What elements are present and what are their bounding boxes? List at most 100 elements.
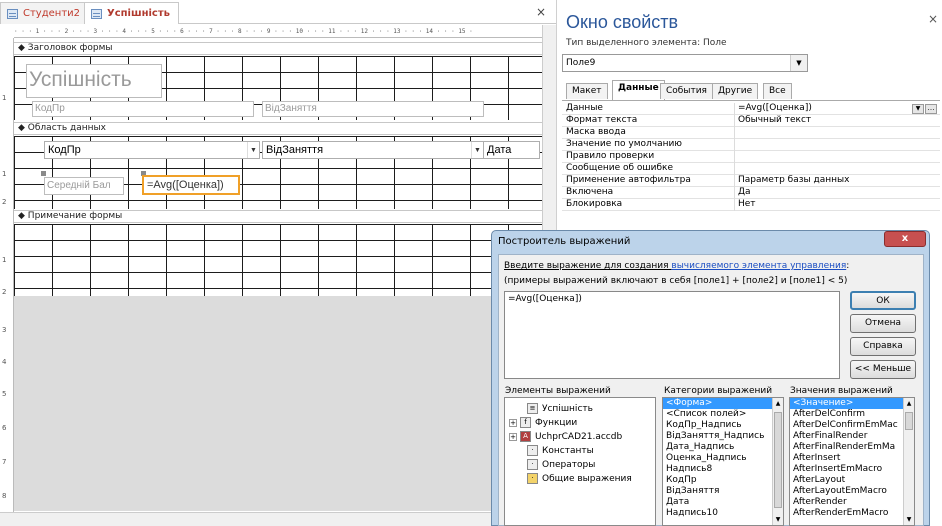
list-item[interactable]: AfterInsertEmMacro [790, 464, 914, 475]
property-row[interactable]: Правило проверки [562, 151, 940, 163]
expression-input[interactable]: =Avg([Оценка]) [504, 291, 840, 379]
builder-button[interactable]: … [925, 104, 937, 114]
list-item[interactable]: AfterRenderEmMacro [790, 508, 914, 519]
selected-object-select[interactable]: Поле9 [562, 54, 808, 72]
property-row[interactable]: Блокировка Нет [562, 199, 940, 211]
header-label-kodpr[interactable]: КодПр [32, 101, 254, 117]
categories-scrollbar[interactable]: ▲ ▼ [772, 398, 783, 525]
tab-layout[interactable]: Макет [566, 83, 608, 99]
detail-section-bar[interactable]: ◆ Область данных [14, 122, 542, 135]
list-item[interactable]: ВідЗаняття [663, 486, 783, 497]
list-item[interactable]: AfterFinalRender [790, 431, 914, 442]
close-tab-icon[interactable]: × [536, 5, 546, 19]
ruler-mark: 8 [2, 492, 7, 500]
form-footer-grid[interactable] [14, 224, 542, 296]
less-button[interactable]: << Меньше [850, 360, 916, 379]
form-header-bar[interactable]: ◆ Заголовок формы [14, 42, 542, 55]
property-value[interactable]: Параметр базы данных [738, 175, 849, 186]
form-footer-bar[interactable]: ◆ Примечание формы [14, 210, 542, 223]
tree-item-constants[interactable]: · Константы [527, 444, 594, 457]
categories-list[interactable]: <Форма> <Список полей> КодПр_Надпись Від… [662, 397, 784, 526]
elements-tree[interactable]: ≡ Успішність + f Функции + A UchprCAD21.accdb… [504, 397, 656, 526]
property-row[interactable]: Сообщение об ошибке [562, 163, 940, 175]
list-item[interactable]: AfterRender [790, 497, 914, 508]
chevron-down-icon[interactable]: ▼ [247, 142, 259, 158]
expand-icon[interactable]: + [509, 432, 517, 441]
avg-label[interactable]: Середній Бал [44, 177, 124, 195]
expand-icon[interactable]: + [509, 418, 517, 427]
property-name: Значение по умолчанию [566, 139, 682, 149]
list-item[interactable]: КодПр_Надпись [663, 420, 783, 431]
tree-item-functions[interactable]: + f Функции [509, 416, 577, 429]
list-item[interactable]: Надпись10 [663, 508, 783, 519]
scroll-up-icon[interactable]: ▲ [773, 400, 783, 407]
tree-item-uspishnist[interactable]: ≡ Успішність [527, 402, 593, 415]
list-item[interactable]: AfterDelConfirm [790, 409, 914, 420]
property-value[interactable]: =Avg([Оценка]) [738, 103, 812, 114]
combo-kodpr[interactable]: КодПр ▼ [44, 141, 260, 159]
list-item[interactable]: <Значение> [790, 398, 914, 409]
tree-item-common[interactable]: · Общие выражения [527, 472, 632, 485]
tab-other[interactable]: Другие [712, 83, 759, 99]
values-scrollbar[interactable]: ▲ ▼ [903, 398, 914, 525]
list-item[interactable]: <Список полей> [663, 409, 783, 420]
list-item[interactable]: AfterInsert [790, 453, 914, 464]
property-value[interactable]: Нет [738, 199, 756, 210]
chevron-down-icon[interactable]: ▼ [790, 55, 807, 71]
tab-all[interactable]: Все [763, 83, 792, 99]
list-item[interactable]: Надпись8 [663, 464, 783, 475]
close-icon[interactable]: × [928, 12, 938, 26]
tab-events[interactable]: События [660, 83, 713, 99]
list-item[interactable]: AfterFinalRenderEmMa [790, 442, 914, 453]
help-button[interactable]: Справка [850, 337, 916, 356]
list-item[interactable]: КодПр [663, 475, 783, 486]
common-expressions-icon: · [527, 473, 538, 484]
close-icon[interactable]: x [884, 231, 926, 247]
property-row[interactable]: Данные =Avg([Оценка]) ▼ … [562, 103, 940, 115]
list-item[interactable]: AfterLayout [790, 475, 914, 486]
property-row[interactable]: Маска ввода [562, 127, 940, 139]
ok-button[interactable]: ОК [850, 291, 916, 310]
calculated-control-link[interactable]: вычисляемого элемента управления [671, 261, 846, 271]
list-item[interactable]: AfterLayoutEmMacro [790, 486, 914, 497]
values-list[interactable]: <Значение> AfterDelConfirm AfterDelConfi… [789, 397, 915, 526]
scroll-thumb[interactable] [905, 412, 913, 430]
chevron-down-icon[interactable]: ▼ [912, 104, 924, 114]
property-value[interactable]: Да [738, 187, 751, 198]
tree-item-database[interactable]: + A UchprCAD21.accdb [509, 430, 622, 443]
combo-vidzanyattya[interactable]: ВідЗаняття ▼ [262, 141, 484, 159]
scroll-down-icon[interactable]: ▼ [773, 516, 783, 523]
list-item[interactable]: ВідЗаняття_Надпись [663, 431, 783, 442]
property-sheet-title: Окно свойств [566, 12, 679, 32]
list-item[interactable]: Оценка_Надпись [663, 453, 783, 464]
tab-data[interactable]: Данные [612, 80, 665, 100]
property-row[interactable]: Значение по умолчанию [562, 139, 940, 151]
list-item[interactable]: Дата [663, 497, 783, 508]
avg-field[interactable]: =Avg([Оценка]) [142, 175, 240, 195]
property-row[interactable]: Формат текста Обычный текст [562, 115, 940, 127]
tree-item-operators[interactable]: · Операторы [527, 458, 595, 471]
tab-uspishnist[interactable]: Успішність [84, 2, 179, 24]
tab-students2[interactable]: Студенти2 [0, 2, 90, 24]
header-label-vidzanyattya[interactable]: ВідЗаняття [262, 101, 484, 117]
scroll-down-icon[interactable]: ▼ [904, 516, 914, 523]
cancel-button[interactable]: Отмена [850, 314, 916, 333]
property-value[interactable]: Обычный текст [738, 115, 811, 126]
scroll-up-icon[interactable]: ▲ [904, 400, 914, 407]
combo-data[interactable]: Дата [484, 141, 540, 159]
list-item[interactable]: AfterDelConfirmEmMac [790, 420, 914, 431]
chevron-down-icon[interactable]: ▼ [471, 142, 483, 158]
horizontal-scrollbar[interactable] [0, 512, 556, 526]
selection-handle[interactable] [41, 171, 46, 176]
form-title-label[interactable]: Успішність [26, 64, 162, 98]
scroll-thumb[interactable] [774, 412, 782, 508]
tree-item-label: Константы [542, 445, 594, 456]
detail-section-label: Область данных [27, 123, 106, 133]
property-row[interactable]: Включена Да [562, 187, 940, 199]
operators-icon: · [527, 459, 538, 470]
property-row[interactable]: Применение автофильтра Параметр базы данн… [562, 175, 940, 187]
list-item[interactable]: Дата_Надпись [663, 442, 783, 453]
dialog-title: Построитель выражений [498, 236, 631, 247]
form-icon [91, 8, 102, 19]
list-item[interactable]: <Форма> [663, 398, 783, 409]
